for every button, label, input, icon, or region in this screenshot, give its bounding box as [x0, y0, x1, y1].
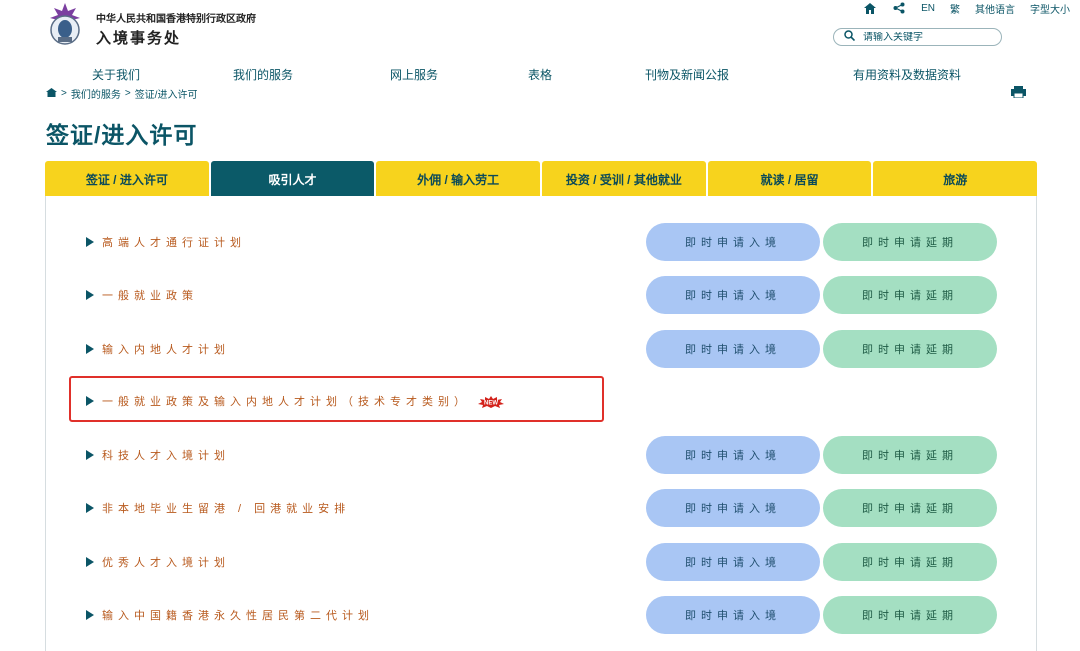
apply-extension-button[interactable]: 即时申请延期 [823, 489, 997, 527]
svg-text:NEW: NEW [484, 401, 498, 407]
department-name: 入境事务处 [96, 30, 182, 47]
apply-extension-button[interactable]: 即时申请延期 [823, 330, 997, 368]
scheme-link[interactable]: 输入内地人才计划 [86, 330, 230, 368]
apply-entry-button[interactable]: 即时申请入境 [646, 276, 820, 314]
scheme-label: 输入中国籍香港永久性居民第二代计划 [102, 610, 374, 622]
apply-entry-button[interactable]: 即时申请入境 [646, 436, 820, 474]
tab-visa-entry-permit[interactable]: 签证 / 进入许可 [45, 161, 209, 198]
scheme-row: 一般就业政策及输入内地人才计划（技术专才类别） NEW [46, 382, 1036, 420]
lang-en-link[interactable]: EN [921, 3, 935, 14]
scheme-link[interactable]: 非本地毕业生留港 / 回港就业安排 [86, 489, 350, 527]
government-name: 中华人民共和国香港特别行政区政府 [96, 14, 256, 25]
nav-our-services[interactable]: 我们的服务 [233, 66, 293, 83]
scheme-link[interactable]: 高端人才通行证计划 [86, 223, 246, 261]
triangle-bullet-icon [86, 557, 94, 567]
page-title: 签证/进入许可 [46, 122, 198, 148]
breadcrumb-separator: > [124, 88, 131, 99]
search-box[interactable] [833, 28, 1002, 46]
scheme-link[interactable]: 一般就业政策及输入内地人才计划（技术专才类别） NEW [86, 382, 504, 420]
apply-entry-button[interactable]: 即时申请入境 [646, 223, 820, 261]
apply-entry-button[interactable]: 即时申请入境 [646, 489, 820, 527]
breadcrumb: > 我们的服务 > 签证/进入许可 [46, 86, 197, 101]
category-tabs: 签证 / 进入许可 吸引人才 外佣 / 输入劳工 投资 / 受训 / 其他就业 … [45, 161, 1038, 198]
immd-logo[interactable] [44, 2, 86, 46]
apply-extension-button[interactable]: 即时申请延期 [823, 223, 997, 261]
share-icon[interactable] [892, 1, 906, 15]
scheme-row: 高端人才通行证计划 即时申请入境 即时申请延期 [46, 223, 1036, 261]
triangle-bullet-icon [86, 610, 94, 620]
scheme-link[interactable]: 一般就业政策 [86, 276, 198, 314]
scheme-row: 输入中国籍香港永久性居民第二代计划 即时申请入境 即时申请延期 [46, 596, 1036, 634]
breadcrumb-our-services[interactable]: 我们的服务 [71, 86, 121, 101]
scheme-label: 科技人才入境计划 [102, 450, 230, 462]
triangle-bullet-icon [86, 396, 94, 406]
home-icon[interactable] [863, 1, 877, 15]
font-size-link[interactable]: 字型大小 [1030, 1, 1070, 16]
triangle-bullet-icon [86, 290, 94, 300]
nav-online-services[interactable]: 网上服务 [390, 66, 438, 83]
scheme-link[interactable]: 输入中国籍香港永久性居民第二代计划 [86, 596, 374, 634]
other-languages-link[interactable]: 其他语言 [975, 1, 1015, 16]
apply-entry-button[interactable]: 即时申请入境 [646, 330, 820, 368]
scheme-link[interactable]: 优秀人才入境计划 [86, 543, 230, 581]
nav-about-us[interactable]: 关于我们 [92, 66, 140, 83]
scheme-row: 优秀人才入境计划 即时申请入境 即时申请延期 [46, 543, 1036, 581]
main-nav: 关于我们 我们的服务 网上服务 表格 刊物及新闻公报 有用资料及数据资料 [0, 66, 1080, 84]
tab-study-residence[interactable]: 就读 / 居留 [707, 161, 872, 198]
apply-extension-button[interactable]: 即时申请延期 [823, 543, 997, 581]
scheme-row: 非本地毕业生留港 / 回港就业安排 即时申请入境 即时申请延期 [46, 489, 1036, 527]
lang-traditional-link[interactable]: 繁 [950, 1, 960, 16]
apply-extension-button[interactable]: 即时申请延期 [823, 276, 997, 314]
new-badge-icon: NEW [478, 395, 504, 408]
apply-entry-button[interactable]: 即时申请入境 [646, 596, 820, 634]
apply-entry-button[interactable]: 即时申请入境 [646, 543, 820, 581]
breadcrumb-current: 签证/进入许可 [134, 90, 198, 101]
tab-investment-training-employment[interactable]: 投资 / 受训 / 其他就业 [542, 161, 706, 198]
search-input[interactable] [863, 31, 983, 43]
search-icon[interactable] [844, 28, 856, 46]
breadcrumb-separator: > [61, 88, 67, 99]
scheme-row: 科技人才入境计划 即时申请入境 即时申请延期 [46, 436, 1036, 474]
scheme-link[interactable]: 科技人才入境计划 [86, 436, 230, 474]
scheme-label: 高端人才通行证计划 [102, 237, 246, 249]
scheme-row: 一般就业政策 即时申请入境 即时申请延期 [46, 276, 1036, 314]
scheme-row: 输入内地人才计划 即时申请入境 即时申请延期 [46, 330, 1036, 368]
schemes-panel: 高端人才通行证计划 即时申请入境 即时申请延期 一般就业政策 即时申请入境 即时… [45, 196, 1037, 651]
apply-extension-button[interactable]: 即时申请延期 [823, 436, 997, 474]
print-icon[interactable] [1011, 85, 1026, 99]
tab-travel[interactable]: 旅游 [873, 161, 1038, 198]
triangle-bullet-icon [86, 344, 94, 354]
nav-publications-press[interactable]: 刊物及新闻公报 [645, 66, 729, 83]
triangle-bullet-icon [86, 237, 94, 247]
scheme-label: 非本地毕业生留港 / 回港就业安排 [102, 503, 351, 515]
tab-talent-admission[interactable]: 吸引人才 [210, 161, 375, 198]
apply-extension-button[interactable]: 即时申请延期 [823, 596, 997, 634]
triangle-bullet-icon [86, 503, 94, 513]
nav-useful-info-data[interactable]: 有用资料及数据资料 [853, 66, 961, 83]
scheme-label: 一般就业政策及输入内地人才计划（技术专才类别） [102, 396, 470, 408]
breadcrumb-home-icon[interactable] [46, 87, 57, 100]
scheme-label: 输入内地人才计划 [102, 344, 230, 356]
scheme-label: 优秀人才入境计划 [102, 557, 230, 569]
scheme-label: 一般就业政策 [102, 290, 198, 302]
triangle-bullet-icon [86, 450, 94, 460]
nav-forms[interactable]: 表格 [528, 66, 552, 83]
utility-bar: EN 繁 其他语言 字型大小 [863, 0, 1070, 16]
tab-domestic-helpers-labour[interactable]: 外佣 / 输入劳工 [376, 161, 541, 198]
